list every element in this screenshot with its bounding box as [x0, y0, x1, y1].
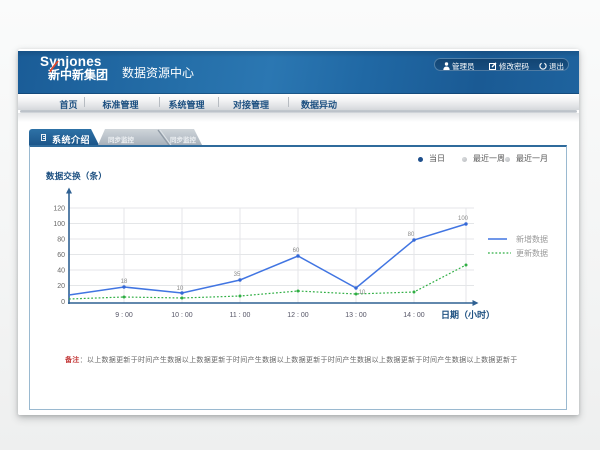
svg-text:14 : 00: 14 : 00	[403, 312, 425, 319]
svg-text:10 : 00: 10 : 00	[171, 312, 193, 319]
svg-text:60: 60	[57, 252, 65, 259]
svg-text:10: 10	[177, 286, 184, 292]
svg-text:9 : 00: 9 : 00	[115, 312, 133, 319]
svg-text:80: 80	[408, 232, 415, 238]
svg-text:100: 100	[458, 216, 469, 222]
svg-text:10: 10	[359, 290, 366, 296]
svg-text:日期（小时）: 日期（小时）	[441, 309, 495, 320]
svg-text:12 : 00: 12 : 00	[287, 312, 309, 319]
svg-text:60: 60	[293, 248, 300, 254]
svg-text:13 : 00: 13 : 00	[345, 312, 367, 319]
svg-text:20: 20	[57, 283, 65, 290]
svg-text:新增数据: 新增数据	[516, 234, 548, 244]
svg-text:更新数据: 更新数据	[516, 248, 548, 258]
svg-text:35: 35	[234, 272, 241, 278]
svg-text:18: 18	[121, 279, 128, 285]
svg-text:40: 40	[57, 268, 65, 275]
svg-text:0: 0	[61, 299, 65, 306]
svg-text:100: 100	[53, 221, 65, 228]
svg-text:11 : 00: 11 : 00	[230, 312, 251, 319]
svg-text:120: 120	[53, 206, 65, 213]
svg-text:80: 80	[57, 237, 65, 244]
